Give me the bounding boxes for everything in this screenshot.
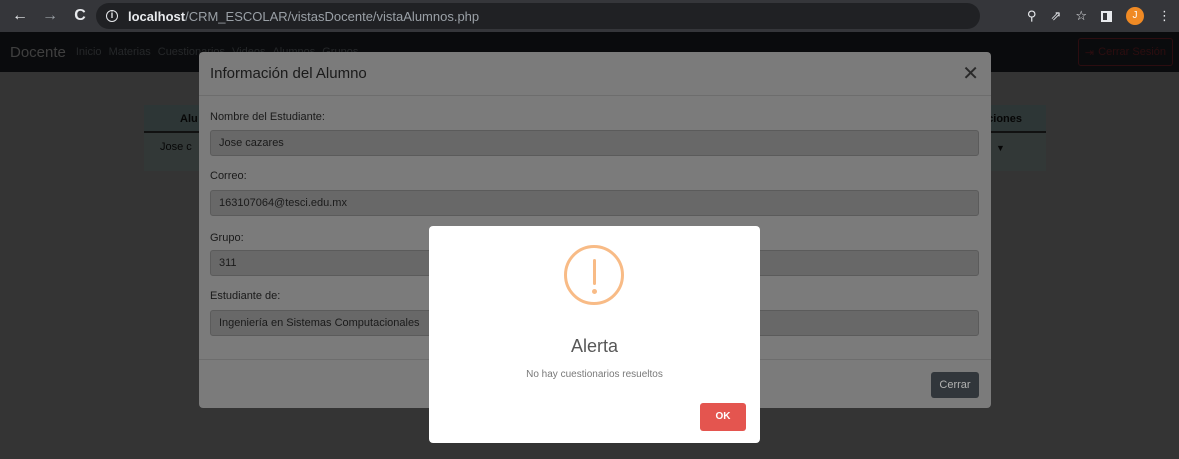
site-info-icon[interactable]: i	[106, 10, 118, 22]
zoom-icon[interactable]: ⚲	[1027, 8, 1037, 24]
reload-icon[interactable]: C	[68, 7, 92, 25]
profile-avatar[interactable]: J	[1126, 7, 1144, 25]
bookmark-star-icon[interactable]: ☆	[1075, 8, 1087, 24]
share-icon[interactable]: ⇗	[1050, 8, 1061, 24]
warning-icon	[564, 245, 624, 305]
address-bar[interactable]: i localhost/CRM_ESCOLAR/vistasDocente/vi…	[96, 3, 980, 29]
url-path: /CRM_ESCOLAR/vistasDocente/vistaAlumnos.…	[185, 8, 480, 24]
url-host: localhost	[128, 8, 186, 24]
menu-kebab-icon[interactable]: ⋮	[1158, 8, 1171, 24]
side-panel-icon[interactable]	[1101, 10, 1112, 22]
url-text: localhost/CRM_ESCOLAR/vistasDocente/vist…	[128, 9, 479, 24]
alert-message: No hay cuestionarios resueltos	[526, 369, 663, 380]
back-arrow-icon[interactable]: ←	[8, 7, 32, 25]
alert-dialog: Alerta No hay cuestionarios resueltos OK	[429, 226, 760, 443]
alert-title: Alerta	[570, 336, 619, 356]
forward-arrow-icon[interactable]: →	[38, 7, 62, 25]
ok-button[interactable]: OK	[700, 403, 746, 431]
browser-toolbar: ← → C i localhost/CRM_ESCOLAR/vistasDoce…	[0, 0, 1179, 32]
